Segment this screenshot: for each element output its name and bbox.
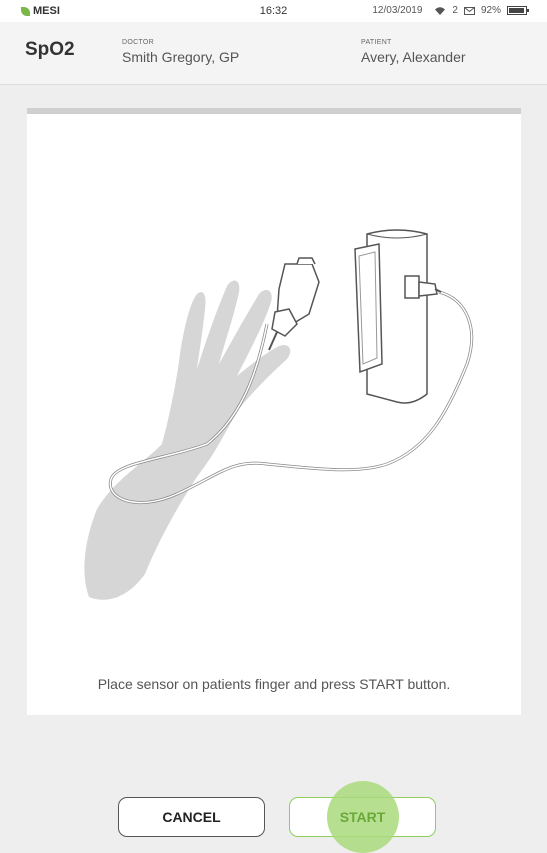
- start-button[interactable]: START: [289, 781, 436, 853]
- cancel-button[interactable]: CANCEL: [118, 797, 265, 837]
- hand-illustration: [84, 280, 291, 600]
- patient-label: PATIENT: [361, 39, 392, 46]
- start-button-label: START: [339, 809, 386, 825]
- page-header: SpO2 DOCTOR Smith Gregory, GP PATIENT Av…: [0, 22, 547, 85]
- patient-field: PATIENT Avery, Alexander: [361, 39, 466, 65]
- wifi-icon: [435, 6, 446, 15]
- mail-count: 2: [452, 5, 458, 16]
- doctor-value: Smith Gregory, GP: [122, 49, 240, 65]
- oximeter-device: [354, 229, 442, 404]
- status-bar: MESI 16:32 12/03/2019 2 92%: [0, 0, 547, 22]
- battery-percent: 92%: [480, 5, 501, 16]
- cancel-button-label: CANCEL: [162, 809, 221, 825]
- finger-clip-sensor: [268, 257, 320, 351]
- battery-icon: [507, 6, 529, 15]
- mail-icon: [463, 6, 475, 15]
- patient-value: Avery, Alexander: [361, 49, 466, 65]
- status-date: 12/03/2019: [372, 5, 423, 16]
- instruction-card: Place sensor on patients finger and pres…: [27, 108, 521, 715]
- doctor-label: DOCTOR: [122, 39, 155, 46]
- doctor-field: DOCTOR Smith Gregory, GP: [122, 39, 239, 65]
- page-title: SpO2: [25, 39, 75, 60]
- instruction-text: Place sensor on patients finger and pres…: [97, 676, 451, 692]
- sensor-placement-illustration: [84, 229, 474, 600]
